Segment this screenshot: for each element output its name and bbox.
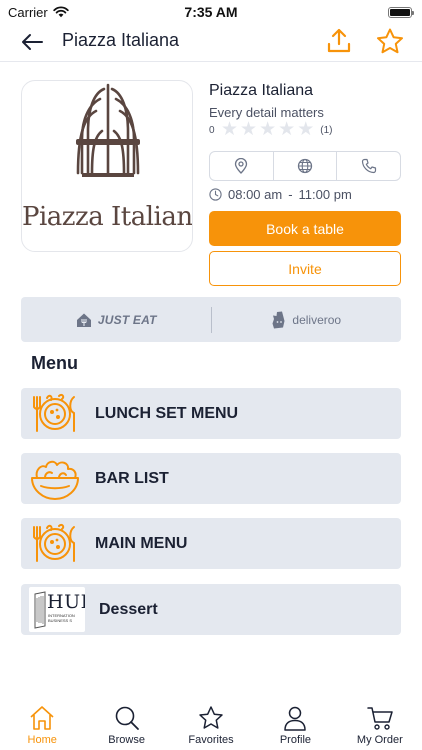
- carrier-signal: Carrier: [8, 5, 69, 20]
- tab-label: Profile: [279, 734, 312, 746]
- arrow-left-icon: [22, 34, 43, 50]
- website-button[interactable]: [272, 152, 337, 180]
- tab-label: Home: [27, 734, 57, 746]
- rating-row: 0 ★ ★ ★ ★ ★ (1): [209, 119, 333, 140]
- star-icon: ★: [278, 119, 296, 140]
- menu-item-label: MAIN MENU: [95, 534, 188, 552]
- tab-my-order[interactable]: My Order: [338, 700, 422, 750]
- hours-close: 11:00 pm: [298, 186, 352, 202]
- menu-item-lunch-set[interactable]: LUNCH SET MENU: [21, 388, 401, 439]
- delivery-partners: JUST EAT deliveroo: [21, 297, 401, 342]
- menu-item-label: LUNCH SET MENU: [95, 404, 239, 422]
- tab-bar: Home Browse Favorites Profile My Order: [0, 700, 422, 750]
- star-icon: ★: [259, 119, 277, 140]
- home-icon: [30, 706, 54, 730]
- menu-item-dessert[interactable]: HUL INTERNATION BUSINESS S Dessert: [21, 584, 401, 635]
- back-button[interactable]: [18, 28, 46, 56]
- status-time: 7:35 AM: [184, 4, 238, 20]
- battery-icon: [388, 6, 414, 18]
- deliveroo-button[interactable]: deliveroo: [212, 311, 402, 329]
- favorite-button[interactable]: [375, 27, 405, 55]
- salad-bowl-icon: [29, 453, 81, 504]
- fountain-logo-icon: [76, 83, 140, 177]
- share-upload-icon: [327, 28, 351, 53]
- hours-open: 08:00 am: [228, 186, 283, 202]
- book-table-button[interactable]: Book a table: [209, 211, 401, 246]
- star-icon: ★: [221, 119, 239, 140]
- menu-item-main-menu[interactable]: MAIN MENU: [21, 518, 401, 569]
- deliveroo-kangaroo-icon: [272, 311, 285, 328]
- hours-separator: -: [288, 186, 293, 202]
- star-icon: [199, 706, 223, 729]
- location-button[interactable]: [210, 152, 273, 180]
- nav-divider: [0, 61, 422, 62]
- tab-home[interactable]: Home: [0, 700, 84, 750]
- page-title: Piazza Italiana: [62, 30, 180, 50]
- clock-icon: [209, 187, 222, 201]
- person-icon: [284, 706, 307, 731]
- restaurant-name: Piazza Italiana: [209, 82, 314, 99]
- restaurant-tagline: Every detail matters: [209, 105, 324, 120]
- hult-wordmark: HUL: [47, 591, 85, 613]
- restaurant-logo: Piazza Italiana: [21, 80, 193, 252]
- rating-value: 0: [209, 124, 215, 136]
- tab-profile[interactable]: Profile: [253, 700, 337, 750]
- deliveroo-label: deliveroo: [292, 312, 342, 327]
- cart-icon: [367, 707, 393, 730]
- tab-label: Favorites: [188, 734, 234, 746]
- menu-item-bar-list[interactable]: BAR LIST: [21, 453, 401, 504]
- opening-hours: 08:00 am - 11:00 pm: [209, 186, 352, 202]
- just-eat-house-icon: [76, 313, 91, 327]
- just-eat-label: JUST EAT: [97, 312, 157, 327]
- logo-wordmark: Piazza Italiana: [22, 202, 193, 232]
- menu-item-label: Dessert: [99, 600, 158, 618]
- star-icon: ★: [297, 119, 315, 140]
- hult-subtext: INTERNATION BUSINESS S: [48, 613, 75, 623]
- status-bar: Carrier 7:35 AM: [0, 0, 422, 24]
- wifi-icon: [53, 6, 69, 18]
- star-icon: ★: [240, 119, 258, 140]
- menu-heading: Menu: [31, 353, 78, 373]
- hult-logo-thumbnail: HUL INTERNATION BUSINESS S: [29, 587, 85, 632]
- phone-button[interactable]: [336, 152, 400, 180]
- tab-label: My Order: [356, 734, 403, 746]
- invite-button[interactable]: Invite: [209, 251, 401, 286]
- tab-label: Browse: [108, 734, 145, 746]
- tab-favorites[interactable]: Favorites: [169, 700, 253, 750]
- globe-icon: [297, 158, 313, 174]
- star-outline-icon: [377, 28, 403, 54]
- carrier-label: Carrier: [8, 4, 48, 20]
- plate-cutlery-icon: [29, 388, 81, 439]
- rating-stars: ★ ★ ★ ★ ★: [221, 119, 315, 140]
- location-pin-icon: [235, 158, 248, 174]
- tab-browse[interactable]: Browse: [84, 700, 168, 750]
- share-button[interactable]: [325, 27, 353, 55]
- plate-cutlery-icon: [29, 518, 81, 569]
- nav-bar: Piazza Italiana: [0, 24, 422, 60]
- contact-actions: [209, 151, 401, 181]
- phone-icon: [361, 158, 376, 174]
- review-count: (1): [320, 124, 333, 136]
- just-eat-button[interactable]: JUST EAT: [21, 312, 211, 328]
- search-icon: [115, 706, 139, 730]
- menu-item-label: BAR LIST: [95, 469, 169, 487]
